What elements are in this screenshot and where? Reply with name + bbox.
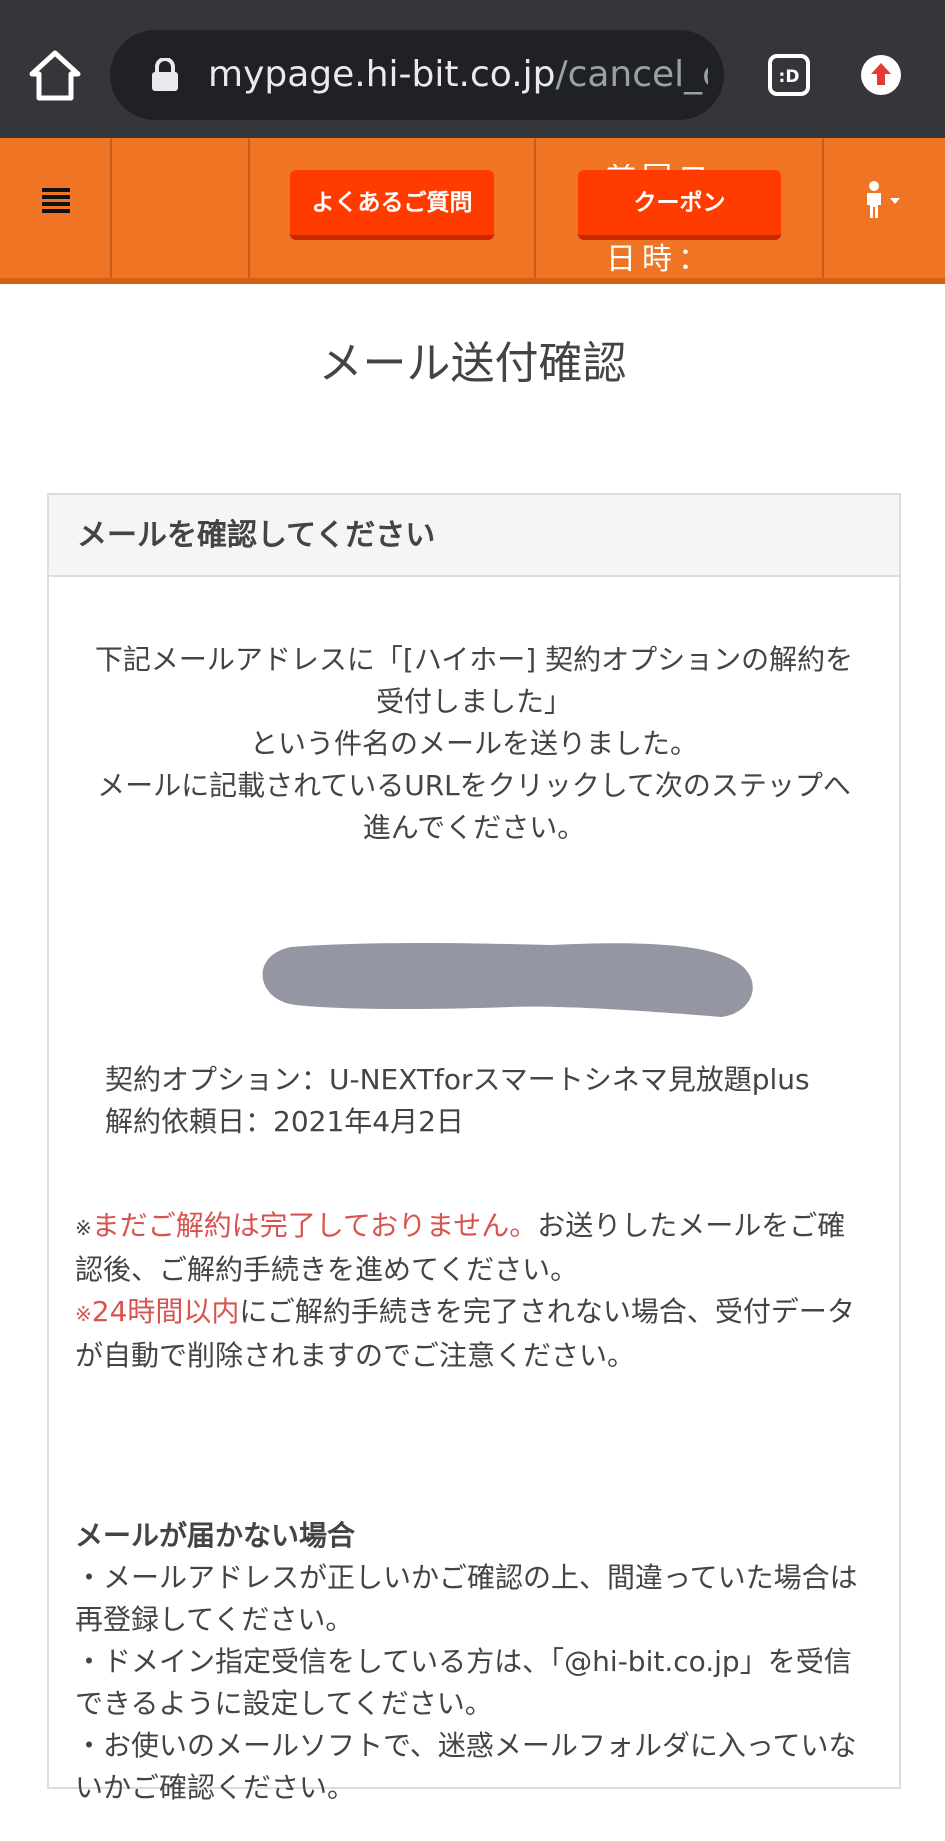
browser-toolbar: mypage.hi-bit.co.jp/cancel_con :D [0,0,945,138]
intro-line: 進んでください。 [362,811,586,844]
no-mail-item: ・お使いのメールソフトで、迷惑メールフォルダに入っていないかご確認ください。 [75,1729,857,1804]
card-header: メールを確認してください [49,495,899,577]
intro-line: メールに記載されているURLをクリックして次のステップへ [97,769,851,802]
url-path: /cancel_con [555,54,708,95]
header-divider [248,138,250,278]
url-text: mypage.hi-bit.co.jp/cancel_con [208,30,708,120]
page-title: メール送付確認 [318,338,627,389]
intro-line: という件名のメールを送りました。 [249,727,698,760]
contract-info: 契約オプション：U-NEXTforスマートシネマ見放題plus 解約依頼日：20… [75,1059,873,1143]
home-icon[interactable] [26,48,84,104]
intro-line: 下記メールアドレスに「[ハイホー] 契約オプションの解約を [94,643,854,676]
warning-text: 24時間以内 [91,1295,240,1328]
request-date: 解約依頼日：2021年4月2日 [105,1105,464,1138]
tab-switcher-icon[interactable]: :D [768,54,810,96]
header-divider [534,138,536,278]
hamburger-menu-icon[interactable] [42,188,70,214]
note-deadline: ※24時間以内にご解約手続きを完了されない場合、受付データが自動で削除されますの… [75,1291,873,1377]
warning-text: まだご解約は完了しておりません。 [91,1209,538,1242]
user-account-icon[interactable] [862,180,910,220]
coupon-button[interactable]: クーポン [578,170,781,240]
no-mail-item: ・ドメイン指定受信をしている方は、「@hi-bit.co.jp」を受信できるよう… [75,1645,852,1720]
site-header: よくあるご質問 前回ロ クーポン 日時： [0,138,945,284]
contract-option: 契約オプション：U-NEXTforスマートシネマ見放題plus [105,1063,810,1096]
note-mark: ※ [75,1302,92,1326]
last-login-datetime-label: 日時： [606,242,714,277]
lock-icon [150,57,180,92]
card-body: 下記メールアドレスに「[ハイホー] 契約オプションの解約を 受付しました」 とい… [49,639,899,1809]
note-incomplete: ※まだご解約は完了しておりません。お送りしたメールをご確認後、ご解約手続きを進め… [75,1205,873,1291]
no-mail-help: メールが届かない場合 ・メールアドレスが正しいかご確認の上、間違っていた場合は再… [75,1515,873,1809]
intro-message: 下記メールアドレスに「[ハイホー] 契約オプションの解約を 受付しました」 とい… [75,639,873,849]
header-divider [822,138,824,278]
no-mail-title: メールが届かない場合 [75,1519,356,1552]
faq-button[interactable]: よくあるご質問 [290,170,494,240]
no-mail-item: ・メールアドレスが正しいかご確認の上、間違っていた場合は再登録してください。 [75,1561,858,1636]
header-divider [110,138,112,278]
tab-switcher-label: :D [779,67,800,87]
cancellation-notes: ※まだご解約は完了しておりません。お送りしたメールをご確認後、ご解約手続きを進め… [75,1205,873,1377]
address-bar[interactable]: mypage.hi-bit.co.jp/cancel_con [110,30,724,120]
confirmation-card: メールを確認してください 下記メールアドレスに「[ハイホー] 契約オプションの解… [47,493,901,1804]
url-domain: mypage.hi-bit.co.jp [208,54,556,95]
note-mark: ※ [75,1216,92,1240]
intro-line: 受付しました」 [375,685,572,718]
update-icon[interactable] [860,54,902,96]
redacted-email-address [75,935,873,1023]
